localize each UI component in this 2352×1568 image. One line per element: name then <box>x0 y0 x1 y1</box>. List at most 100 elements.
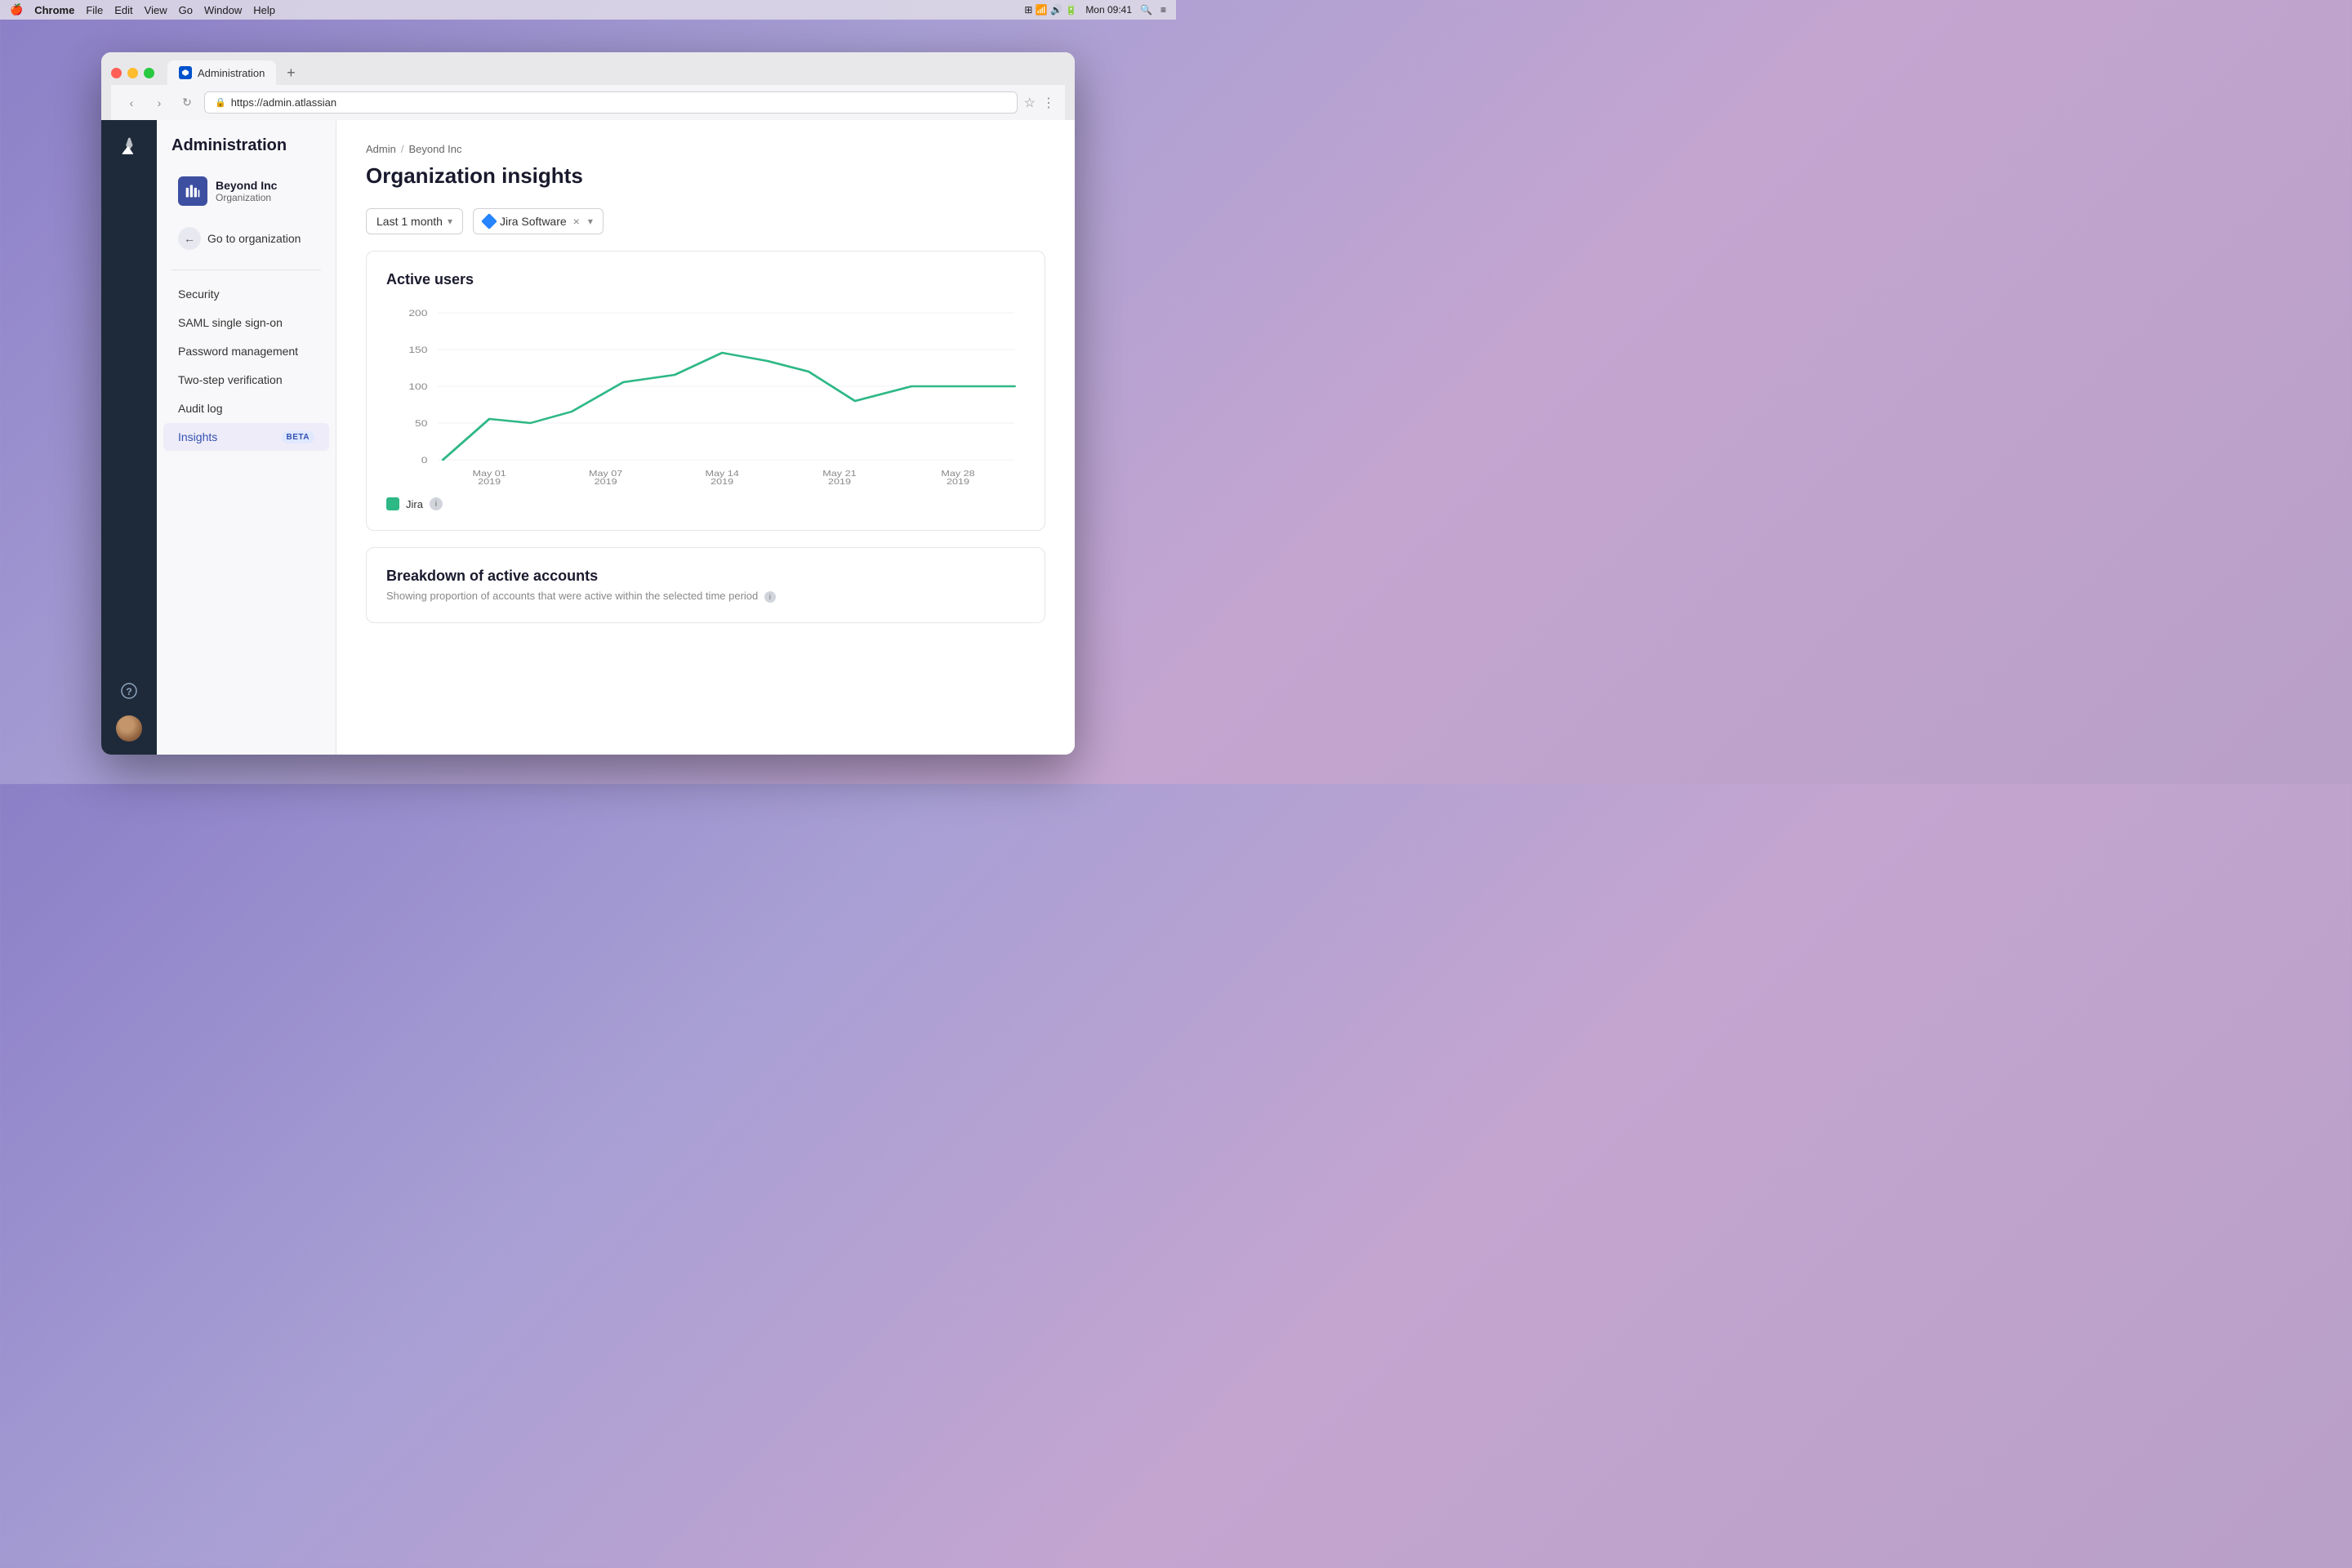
minimize-button[interactable] <box>127 68 138 78</box>
nav-item-twostep[interactable]: Two-step verification <box>163 366 329 394</box>
address-bar-row: ‹ › ↻ 🔒 https://admin.atlassian ☆ ⋮ <box>111 85 1065 120</box>
svg-text:2019: 2019 <box>595 478 617 484</box>
svg-text:150: 150 <box>408 345 427 354</box>
svg-text:100: 100 <box>408 381 427 391</box>
maximize-button[interactable] <box>144 68 154 78</box>
svg-text:2019: 2019 <box>478 478 501 484</box>
time-filter-dropdown[interactable]: Last 1 month ▾ <box>366 208 463 234</box>
browser-chrome: Administration + ‹ › ↻ 🔒 https://admin.a… <box>101 52 1075 120</box>
lock-icon: 🔒 <box>215 97 226 108</box>
macos-menubar: 🍎 Chrome File Edit View Go Window Help ⊞… <box>0 0 1176 20</box>
more-options-icon[interactable]: ⋮ <box>1042 95 1055 111</box>
svg-text:May 21: May 21 <box>822 470 856 479</box>
browser-tab[interactable]: Administration <box>167 60 276 85</box>
menu-edit[interactable]: Edit <box>114 4 132 16</box>
time-filter-label: Last 1 month <box>376 215 443 228</box>
help-icon[interactable]: ? <box>116 678 142 704</box>
address-bar[interactable]: 🔒 https://admin.atlassian <box>204 91 1018 114</box>
nav-item-insights[interactable]: Insights BETA <box>163 423 329 451</box>
nav-label-auditlog: Audit log <box>178 402 222 415</box>
filters-row: Last 1 month ▾ Jira Software × ▾ <box>366 208 1045 234</box>
svg-text:2019: 2019 <box>710 478 733 484</box>
product-filter-tag[interactable]: Jira Software × ▾ <box>473 208 604 234</box>
user-avatar[interactable] <box>116 715 142 742</box>
new-tab-button[interactable]: + <box>279 61 302 84</box>
svg-text:?: ? <box>126 686 131 697</box>
back-button[interactable]: ‹ <box>121 92 142 114</box>
chart-area: 200 150 100 50 0 May 01 2019 May 07 2019… <box>386 305 1025 484</box>
chart-title: Active users <box>386 271 1025 288</box>
reload-button[interactable]: ↻ <box>176 92 198 114</box>
menu-help[interactable]: Help <box>253 4 275 16</box>
browser-window: Administration + ‹ › ↻ 🔒 https://admin.a… <box>101 52 1075 755</box>
close-button[interactable] <box>111 68 122 78</box>
system-icons: ⊞ 📶 🔊 🔋 <box>1024 4 1077 16</box>
nav-label-twostep: Two-step verification <box>178 373 283 386</box>
menu-view[interactable]: View <box>145 4 167 16</box>
legend-info-icon[interactable]: i <box>430 497 443 510</box>
url-text: https://admin.atlassian <box>231 96 336 109</box>
nav-item-auditlog[interactable]: Audit log <box>163 394 329 422</box>
page-title: Organization insights <box>366 163 1045 189</box>
jira-diamond-icon <box>481 213 497 229</box>
nav-item-password[interactable]: Password management <box>163 337 329 365</box>
go-to-org-icon: ← <box>178 227 201 250</box>
svg-text:May 07: May 07 <box>589 470 622 479</box>
atlassian-logo[interactable] <box>114 133 144 163</box>
breadcrumb: Admin / Beyond Inc <box>366 143 1045 155</box>
browser-body: ? Administration Beyond Inc Organization <box>101 120 1075 755</box>
legend-label-jira: Jira <box>406 498 423 510</box>
product-remove-button[interactable]: × <box>573 215 580 228</box>
menu-file[interactable]: File <box>86 4 103 16</box>
svg-text:0: 0 <box>421 455 428 465</box>
menu-go[interactable]: Go <box>179 4 193 16</box>
apple-menu-icon[interactable]: 🍎 <box>10 3 23 16</box>
org-icon <box>178 176 207 206</box>
left-sidebar: Administration Beyond Inc Organization ←… <box>157 120 336 755</box>
product-label: Jira Software <box>500 215 567 228</box>
nav-item-saml[interactable]: SAML single sign-on <box>163 309 329 336</box>
svg-text:2019: 2019 <box>947 478 969 484</box>
breakdown-title: Breakdown of active accounts <box>386 568 1025 585</box>
legend-color-jira <box>386 497 399 510</box>
org-item[interactable]: Beyond Inc Organization <box>163 168 329 214</box>
breadcrumb-admin[interactable]: Admin <box>366 143 396 155</box>
forward-button[interactable]: › <box>149 92 170 114</box>
clock: Mon 09:41 <box>1085 4 1132 16</box>
svg-text:2019: 2019 <box>828 478 851 484</box>
bookmark-star-icon[interactable]: ☆ <box>1024 95 1036 111</box>
svg-text:May 28: May 28 <box>941 470 974 479</box>
chart-svg: 200 150 100 50 0 May 01 2019 May 07 2019… <box>386 305 1025 484</box>
beta-badge: BETA <box>282 431 314 443</box>
window-controls <box>111 68 154 78</box>
active-users-card: Active users 200 150 100 50 <box>366 251 1045 531</box>
product-filter-chevron-icon: ▾ <box>588 216 593 227</box>
nav-label-password: Password management <box>178 345 298 358</box>
svg-text:50: 50 <box>415 418 427 428</box>
go-to-org-button[interactable]: ← Go to organization <box>163 220 329 256</box>
time-filter-chevron-icon: ▾ <box>448 216 452 227</box>
breakdown-info-icon[interactable]: i <box>764 591 776 603</box>
nav-label-security: Security <box>178 287 220 301</box>
org-name: Beyond Inc <box>216 179 277 192</box>
breakdown-subtitle: Showing proportion of accounts that were… <box>386 590 1025 603</box>
app-name[interactable]: Chrome <box>34 4 74 16</box>
svg-text:May 01: May 01 <box>472 470 506 479</box>
menu-window[interactable]: Window <box>204 4 242 16</box>
breadcrumb-org[interactable]: Beyond Inc <box>408 143 461 155</box>
tab-title: Administration <box>198 67 265 79</box>
nav-item-security[interactable]: Security <box>163 280 329 308</box>
breakdown-card: Breakdown of active accounts Showing pro… <box>366 547 1045 623</box>
go-to-org-label: Go to organization <box>207 232 301 245</box>
breadcrumb-sep: / <box>401 143 404 155</box>
search-menu-icon[interactable]: 🔍 <box>1140 4 1152 16</box>
control-center-icon[interactable]: ≡ <box>1160 4 1166 16</box>
nav-label-saml: SAML single sign-on <box>178 316 283 329</box>
main-content: Admin / Beyond Inc Organization insights… <box>336 120 1075 755</box>
sidebar-nav: ? <box>101 120 157 755</box>
sidebar-title: Administration <box>157 136 336 168</box>
tab-favicon <box>179 66 192 79</box>
chart-legend: Jira i <box>386 497 1025 510</box>
svg-text:200: 200 <box>408 308 427 318</box>
svg-text:May 14: May 14 <box>706 470 739 479</box>
